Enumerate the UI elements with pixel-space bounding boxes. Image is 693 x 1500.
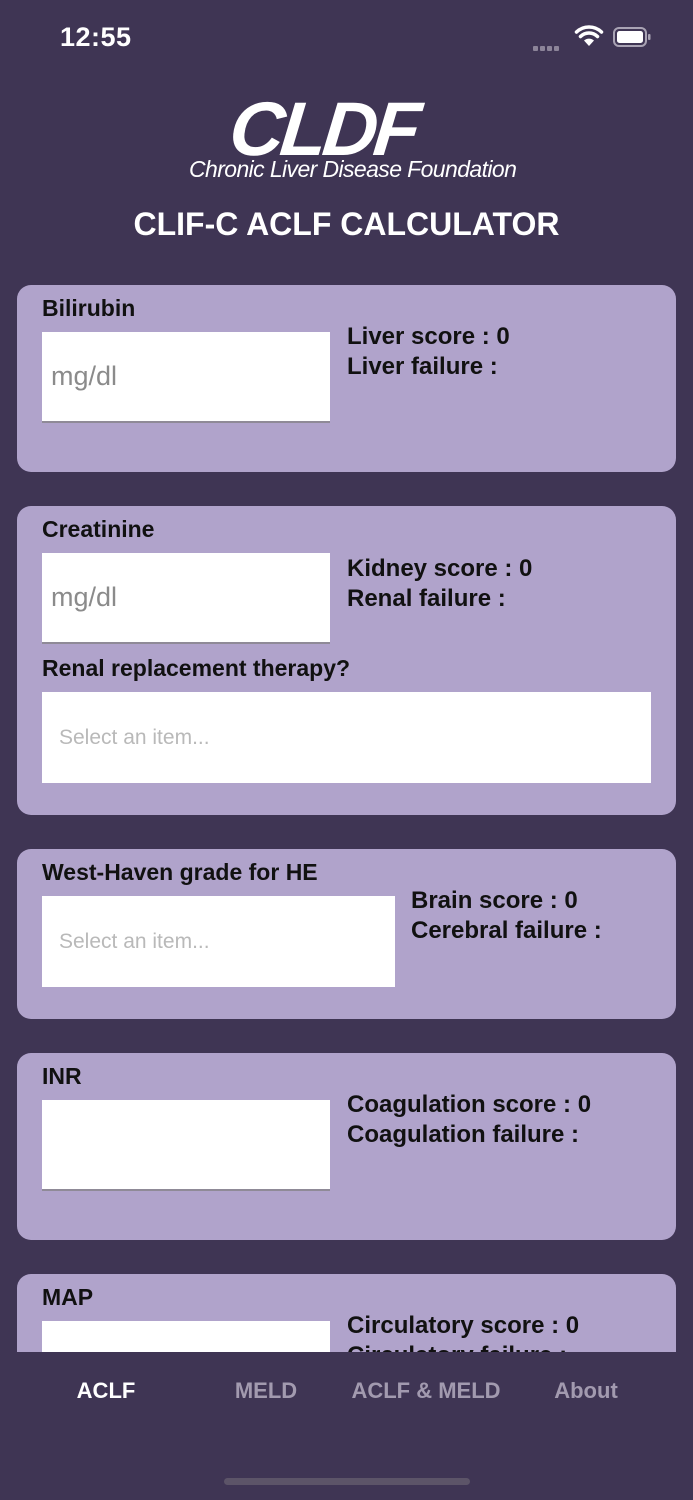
cellular-signal-icon — [533, 36, 565, 51]
map-card: MAP Circulatory score : 0 Circulatory fa… — [17, 1274, 676, 1352]
creatinine-label: Creatinine — [42, 516, 155, 542]
coagulation-failure: Coagulation failure : — [347, 1121, 580, 1148]
map-label: MAP — [42, 1284, 94, 1310]
liver-failure: Liver failure : — [347, 353, 498, 380]
tab-about[interactable]: About — [540, 1378, 632, 1404]
tab-aclf[interactable]: ACLF — [60, 1378, 152, 1404]
renal-failure: Renal failure : — [347, 585, 506, 612]
inr-label: INR — [42, 1063, 82, 1089]
inr-input[interactable] — [42, 1100, 330, 1191]
creatinine-placeholder: mg/dl — [51, 582, 118, 612]
page-title: CLIF-C ACLF CALCULATOR — [133, 206, 560, 242]
creatinine-input[interactable]: mg/dl — [42, 553, 330, 644]
tab-meld[interactable]: MELD — [220, 1378, 312, 1404]
west-haven-card: West-Haven grade for HE Select an item..… — [17, 849, 676, 1019]
coagulation-score: Coagulation score : 0 — [347, 1091, 592, 1118]
west-haven-select[interactable]: Select an item... — [42, 896, 395, 987]
status-time: 12:55 — [60, 22, 132, 52]
calculator-scroll-area[interactable]: Bilirubin mg/dl Liver score : 0 Liver fa… — [0, 260, 693, 1352]
battery-icon — [613, 27, 651, 47]
west-haven-label: West-Haven grade for HE — [42, 859, 318, 885]
bilirubin-card: Bilirubin mg/dl Liver score : 0 Liver fa… — [17, 285, 676, 472]
home-indicator[interactable] — [224, 1478, 470, 1485]
west-haven-placeholder: Select an item... — [59, 929, 210, 953]
logo-subtitle: Chronic Liver Disease Foundation — [189, 156, 517, 182]
brain-score: Brain score : 0 — [411, 887, 578, 914]
bilirubin-input[interactable]: mg/dl — [42, 332, 330, 423]
kidney-score: Kidney score : 0 — [347, 555, 533, 582]
circulatory-score: Circulatory score : 0 — [347, 1312, 580, 1339]
rrt-label: Renal replacement therapy? — [42, 655, 351, 681]
status-bar: 12:55 — [0, 0, 693, 80]
bilirubin-label: Bilirubin — [42, 295, 136, 321]
map-input[interactable] — [42, 1321, 330, 1352]
rrt-select[interactable]: Select an item... — [42, 692, 651, 783]
creatinine-card: Creatinine mg/dl Kidney score : 0 Renal … — [17, 506, 676, 815]
cerebral-failure: Cerebral failure : — [411, 917, 602, 944]
rrt-placeholder: Select an item... — [59, 725, 210, 749]
cldf-logo: CLDF Chronic Liver Disease Foundation — [180, 87, 517, 188]
tab-bar: ACLF MELD ACLF & MELD About — [0, 1352, 693, 1500]
liver-score: Liver score : 0 — [347, 323, 510, 350]
circulatory-failure: Circulatory failure : — [347, 1341, 567, 1352]
wifi-icon — [574, 25, 604, 46]
tab-aclf-meld[interactable]: ACLF & MELD — [340, 1378, 512, 1404]
bilirubin-placeholder: mg/dl — [51, 361, 118, 391]
inr-card: INR Coagulation score : 0 Coagulation fa… — [17, 1053, 676, 1240]
